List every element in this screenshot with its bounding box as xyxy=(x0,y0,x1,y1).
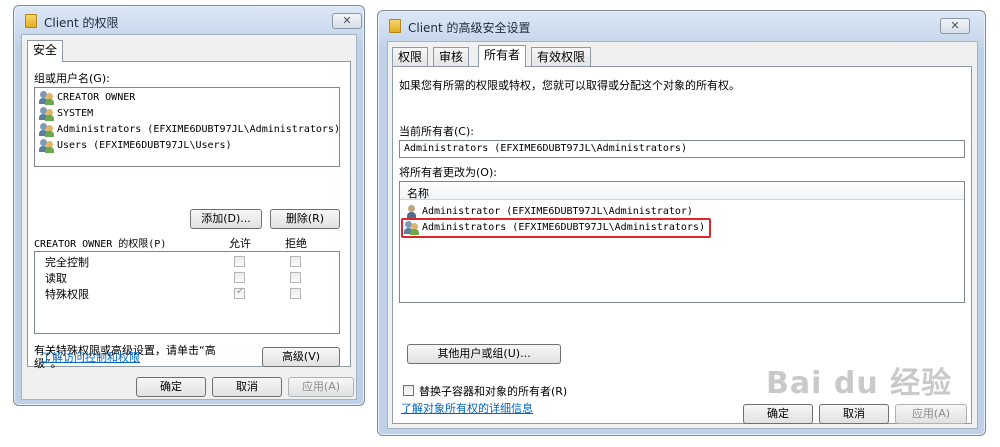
allow-header: 允许 xyxy=(229,237,251,250)
group-icon xyxy=(39,107,55,121)
permissions-label: CREATOR OWNER 的权限(P) xyxy=(34,239,167,250)
group-icon xyxy=(39,139,55,153)
allow-checkbox-checked: ✓ xyxy=(234,286,245,299)
group-icon xyxy=(39,91,55,105)
add-button[interactable]: 添加(D)... xyxy=(190,209,262,229)
permission-name: 特殊权限 xyxy=(45,288,89,301)
permissions-window: Client 的权限 ✕ 安全 组或用户名(G): CREATOR OWNER … xyxy=(13,5,365,406)
permission-name: 完全控制 xyxy=(45,256,89,269)
advanced-button[interactable]: 高级(V) xyxy=(262,347,340,367)
allow-checkbox xyxy=(234,256,245,267)
window-title: Client 的权限 xyxy=(44,16,119,30)
replace-owner-checkbox[interactable] xyxy=(403,385,414,396)
deny-checkbox xyxy=(290,288,301,299)
folder-icon xyxy=(25,14,37,28)
ok-button[interactable]: 确定 xyxy=(136,377,206,397)
group-name: Users (EFXIME6DUBT97JL\Users) xyxy=(57,140,232,151)
ownership-details-link[interactable]: 了解对象所有权的详细信息 xyxy=(401,400,533,416)
apply-button[interactable]: 应用(A) xyxy=(288,377,354,397)
tab-auditing[interactable]: 审核 xyxy=(433,47,470,67)
baidu-watermark: Bai du 经验 xyxy=(766,366,953,401)
other-users-button[interactable]: 其他用户或组(U)... xyxy=(407,344,561,364)
user-icon xyxy=(404,205,420,219)
cancel-button[interactable]: 取消 xyxy=(212,377,282,397)
permissions-list: 完全控制 读取 特殊权限 ✓ xyxy=(34,251,340,334)
tab-owner[interactable]: 所有者 xyxy=(478,45,527,67)
ok-button[interactable]: 确定 xyxy=(743,404,813,424)
window-title: Client 的高级安全设置 xyxy=(408,21,531,35)
tab-security[interactable]: 安全 xyxy=(27,40,64,62)
current-owner-value: Administrators (EFXIME6DUBT97JL\Administ… xyxy=(404,143,687,154)
close-button[interactable]: ✕ xyxy=(940,18,970,34)
replace-owner-label: 替换子容器和对象的所有者(R) xyxy=(419,385,568,398)
name-column-header[interactable]: 名称 xyxy=(400,182,964,200)
deny-checkbox xyxy=(290,272,301,283)
permissions-titlebar: Client 的权限 ✕ xyxy=(14,6,364,34)
tab-permissions[interactable]: 权限 xyxy=(392,47,429,67)
permission-name: 读取 xyxy=(45,272,67,285)
deny-checkbox xyxy=(290,256,301,267)
current-owner-label: 当前所有者(C): xyxy=(399,125,474,138)
groups-list[interactable]: CREATOR OWNER SYSTEM Administrators (EFX… xyxy=(34,87,340,167)
advanced-titlebar: Client 的高级安全设置 ✕ xyxy=(378,11,985,39)
groups-label: 组或用户名(G): xyxy=(34,72,110,85)
apply-button[interactable]: 应用(A) xyxy=(895,404,967,424)
change-owner-label: 将所有者更改为(O): xyxy=(399,166,497,179)
owner-description: 如果您有所需的权限或特权，您就可以取得或分配这个对象的所有权。 xyxy=(399,79,740,92)
permissions-body: 安全 组或用户名(G): CREATOR OWNER SYSTEM Admini… xyxy=(21,34,357,400)
learn-access-link[interactable]: 了解访问控制和权限 xyxy=(41,349,140,365)
selection-highlight xyxy=(401,218,711,238)
column-label: 名称 xyxy=(407,187,429,200)
owners-list[interactable]: 名称 Administrator (EFXIME6DUBT97JL\Admini… xyxy=(399,181,965,303)
group-name: SYSTEM xyxy=(57,108,94,119)
tab-effective-permissions[interactable]: 有效权限 xyxy=(531,47,592,67)
folder-icon xyxy=(389,19,401,33)
current-owner-field: Administrators (EFXIME6DUBT97JL\Administ… xyxy=(399,140,965,158)
checkmark-icon: ✓ xyxy=(236,286,245,297)
group-name: Administrators (EFXIME6DUBT97JL\Administ… xyxy=(57,124,340,135)
group-name: CREATOR OWNER xyxy=(57,92,136,103)
cancel-button[interactable]: 取消 xyxy=(819,404,889,424)
allow-checkbox xyxy=(234,272,245,283)
close-button[interactable]: ✕ xyxy=(332,13,362,29)
group-icon xyxy=(39,123,55,137)
remove-button[interactable]: 删除(R) xyxy=(270,209,340,229)
deny-header: 拒绝 xyxy=(285,237,307,250)
security-panel: 组或用户名(G): CREATOR OWNER SYSTEM Administr… xyxy=(27,61,351,370)
